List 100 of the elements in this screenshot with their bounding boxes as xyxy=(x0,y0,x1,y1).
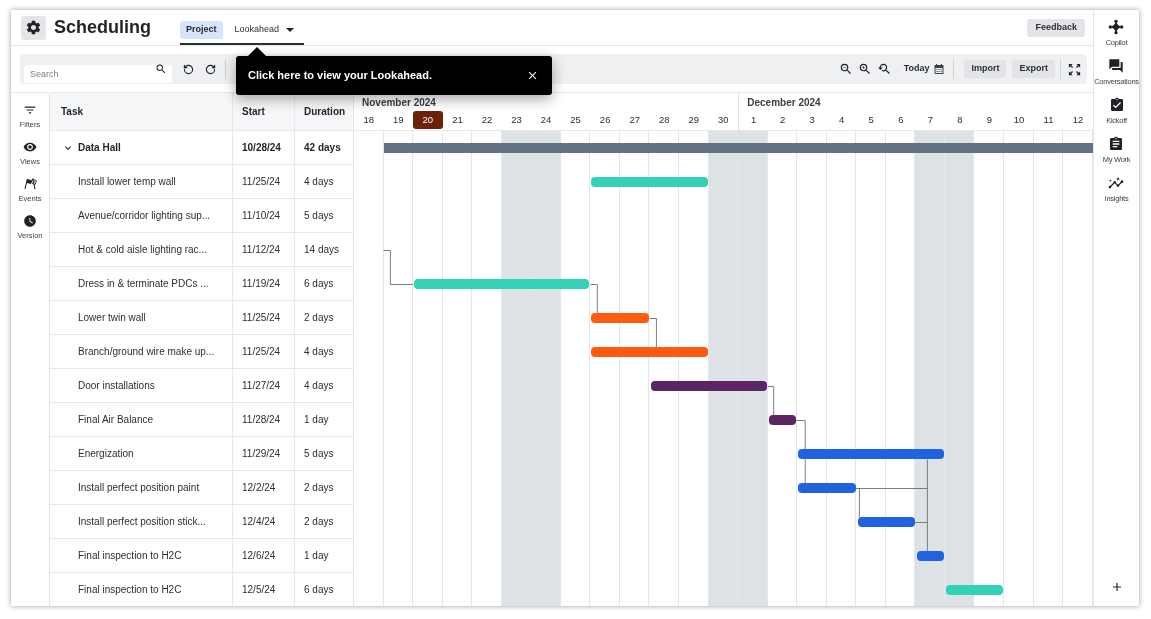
expand-icon[interactable] xyxy=(1067,61,1082,77)
day-label: 10 xyxy=(1012,113,1026,128)
table-cell-text: 12/4/24 xyxy=(242,515,276,529)
zoom-out-icon[interactable] xyxy=(838,62,853,76)
day-label: 30 xyxy=(717,113,730,128)
table-cell-text: Hot & cold aisle lighting rac... xyxy=(78,243,207,257)
export-button[interactable]: Export xyxy=(1012,60,1055,78)
clock-icon xyxy=(23,214,37,228)
column-header: Start xyxy=(242,105,265,119)
day-label: 3 xyxy=(808,113,816,128)
table-cell-text: 6 days xyxy=(304,583,334,597)
table-cell-text: Branch/ground wire make up... xyxy=(78,345,215,359)
column-header: Task xyxy=(61,105,84,119)
table-cell-text: 14 days xyxy=(304,243,340,257)
table-cell-text: 11/27/24 xyxy=(242,379,281,393)
table-cell-text: Final inspection to H2C xyxy=(78,583,182,597)
search-field[interactable]: Search xyxy=(24,65,172,83)
day-label: 27 xyxy=(628,113,641,128)
day-label: 23 xyxy=(510,113,523,128)
month-label: December 2024 xyxy=(747,95,821,110)
tooltip-text: Click here to view your Lookahead. xyxy=(248,68,432,84)
table-cell-text: 11/25/24 xyxy=(242,311,281,325)
table-cell-text: 2 days xyxy=(304,481,334,495)
table-cell-text: 11/28/24 xyxy=(242,413,281,427)
table-cell-text: 11/29/24 xyxy=(242,447,281,461)
day-label: 19 xyxy=(392,113,405,128)
day-label: 29 xyxy=(687,113,701,128)
table-cell-text: Door installations xyxy=(78,379,155,393)
table-cell-text: 11/10/24 xyxy=(242,209,281,223)
table-cell-text: 12/2/24 xyxy=(242,481,276,495)
search-icon[interactable] xyxy=(155,63,167,75)
eye-icon xyxy=(23,140,37,154)
table-cell-text: Data Hall xyxy=(78,141,121,155)
table-cell-text: 5 days xyxy=(304,209,334,223)
redo-icon[interactable] xyxy=(205,63,216,75)
task-bar[interactable] xyxy=(768,415,797,425)
clipboard-list-icon xyxy=(1108,136,1125,152)
table-cell-text: Energization xyxy=(78,447,134,461)
table-cell-text: Final inspection to H2C xyxy=(78,549,182,563)
day-label: 24 xyxy=(539,113,553,128)
task-bar[interactable] xyxy=(857,517,915,527)
day-label: 18 xyxy=(362,113,376,128)
calendar-icon xyxy=(933,63,946,75)
table-cell-text: 11/25/24 xyxy=(242,175,281,189)
day-label: 22 xyxy=(480,113,494,128)
flags-icon xyxy=(23,177,37,191)
table-cell-text: Install perfect position stick... xyxy=(78,515,206,529)
day-label: 20 xyxy=(413,111,443,130)
table-cell-text: 12/6/24 xyxy=(242,549,276,563)
settings-icon[interactable] xyxy=(21,15,46,40)
day-label: 4 xyxy=(838,113,846,128)
table-cell-text: 11/12/24 xyxy=(242,243,281,257)
day-label: 1 xyxy=(749,113,758,128)
page-title: Scheduling xyxy=(54,16,151,39)
table-cell-text: 11/25/24 xyxy=(242,345,281,359)
table-cell-text: 5 days xyxy=(304,447,334,461)
column-header: Duration xyxy=(304,105,346,119)
feedback-button[interactable]: Feedback xyxy=(1027,18,1085,37)
chat-icon xyxy=(1108,58,1125,74)
table-cell-text: Avenue/corridor lighting sup... xyxy=(78,209,211,223)
table-cell-text: Install lower temp wall xyxy=(78,175,176,189)
zoom-in-icon[interactable] xyxy=(857,62,872,76)
clipboard-check-icon xyxy=(1108,97,1125,113)
zoom-reset-icon[interactable] xyxy=(876,62,891,76)
insights-icon xyxy=(1108,175,1125,191)
day-label: 21 xyxy=(451,113,464,128)
table-cell-text: 2 days xyxy=(304,311,334,325)
table-cell-text: Install perfect position paint xyxy=(78,481,200,495)
table-cell-text: Lower twin wall xyxy=(78,311,146,325)
close-icon[interactable] xyxy=(526,69,539,82)
table-cell-text: 4 days xyxy=(304,379,334,393)
month-label: November 2024 xyxy=(362,95,436,110)
table-cell-text: 6 days xyxy=(304,277,334,291)
table-cell-text: 1 day xyxy=(304,549,329,563)
view-tab[interactable]: Lookahead xyxy=(232,20,297,39)
table-cell-text: 12/5/24 xyxy=(242,583,276,597)
table-cell-text: 11/19/24 xyxy=(242,277,281,291)
table-cell-text: Final Air Balance xyxy=(78,413,154,427)
today-button[interactable]: Today xyxy=(903,62,946,76)
day-label: 26 xyxy=(598,113,612,128)
day-label: 7 xyxy=(926,113,934,128)
day-label: 2 xyxy=(778,113,787,128)
import-button[interactable]: Import xyxy=(964,60,1007,78)
table-cell-text: Dress in & terminate PDCs ... xyxy=(78,277,209,291)
sparkle-icon xyxy=(1108,19,1125,35)
table-cell-text: 42 days xyxy=(304,141,341,155)
day-label: 9 xyxy=(985,113,994,128)
day-label: 25 xyxy=(569,113,582,128)
undo-icon[interactable] xyxy=(183,63,194,75)
view-tab[interactable]: Project xyxy=(180,20,223,39)
table-cell-text: 1 day xyxy=(304,413,329,427)
table-cell-text: 4 days xyxy=(304,175,334,189)
day-label: 6 xyxy=(897,113,905,128)
table-cell-text: 4 days xyxy=(304,345,334,359)
day-label: 5 xyxy=(867,113,875,128)
table-cell-text: 10/28/24 xyxy=(242,141,281,155)
day-label: 12 xyxy=(1071,113,1085,128)
table-cell-text: 2 days xyxy=(304,515,334,529)
day-label: 8 xyxy=(956,113,964,128)
caret-icon xyxy=(286,27,295,32)
